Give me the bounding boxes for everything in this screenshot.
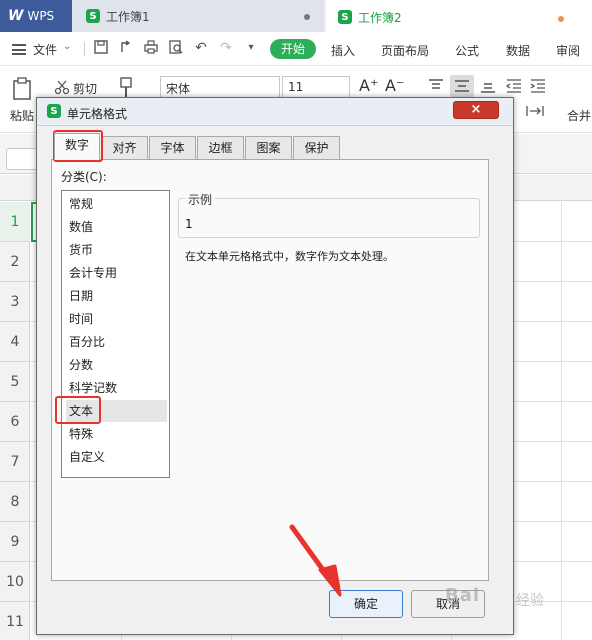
watermark-logo: Bai [445,585,481,606]
annotation-arrow-icon [289,524,342,597]
watermark-sub: 经验 [516,593,544,609]
tab-number[interactable]: 数字 [54,133,100,160]
